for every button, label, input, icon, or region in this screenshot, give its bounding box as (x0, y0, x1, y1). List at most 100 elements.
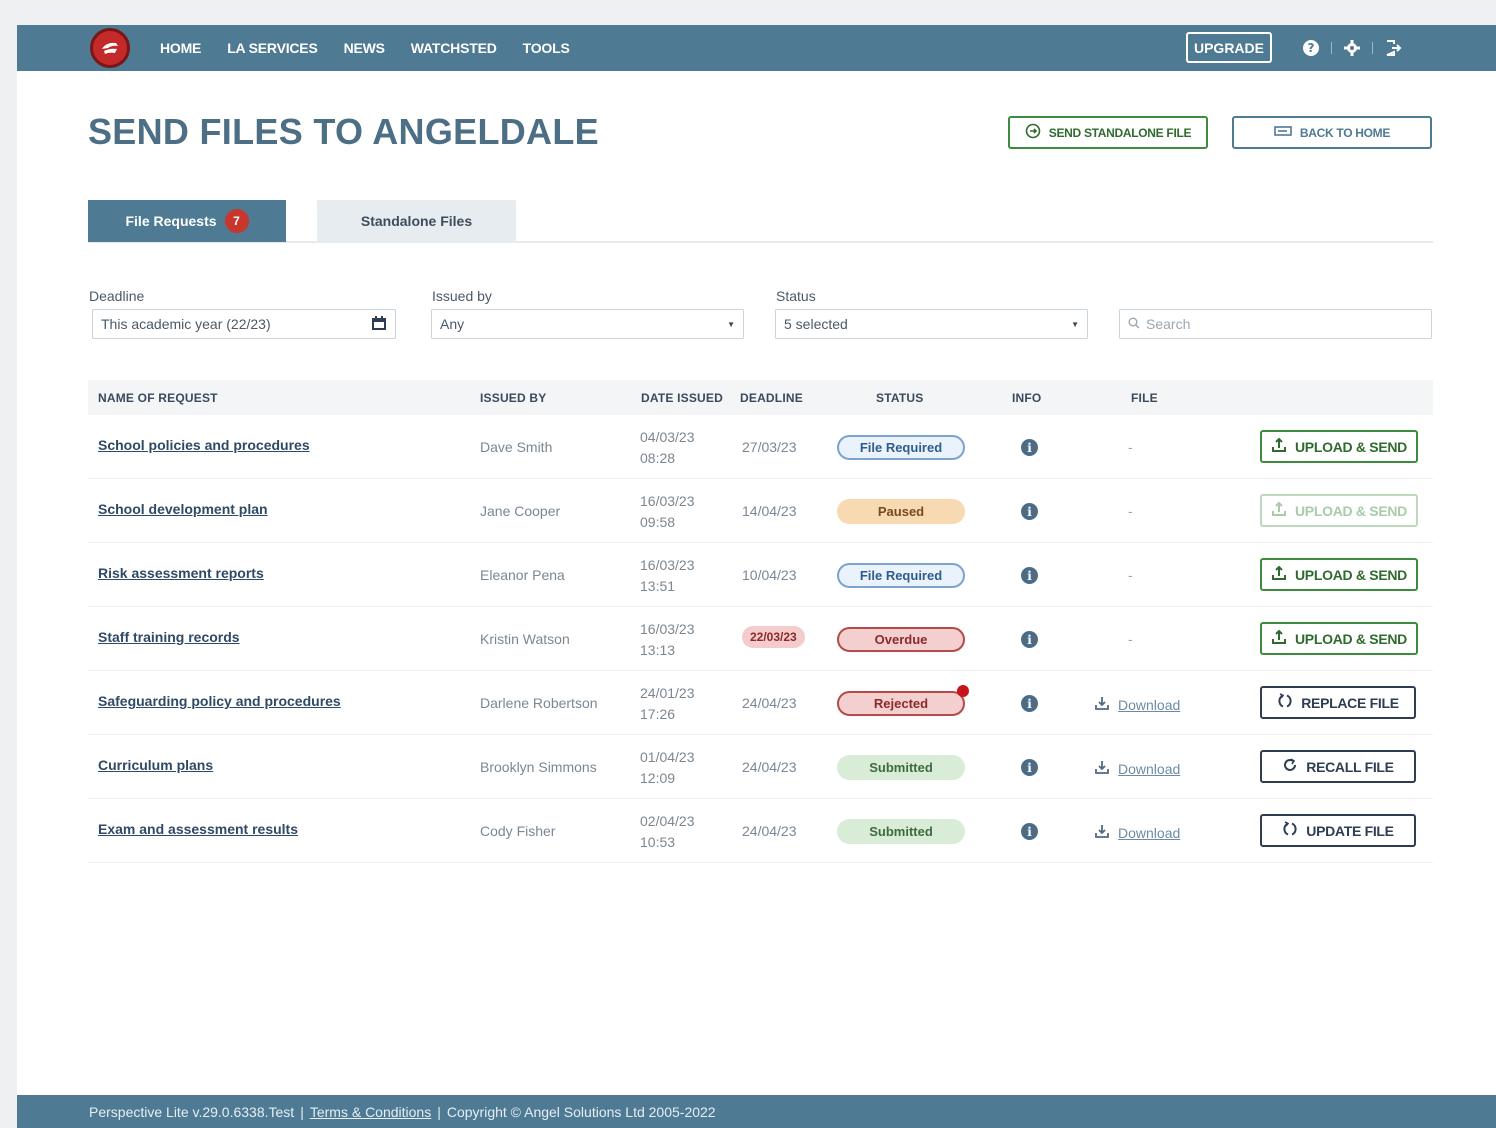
upload-send-button[interactable]: UPLOAD & SEND (1260, 558, 1418, 591)
upload-icon (1271, 437, 1287, 456)
update-file-button[interactable]: UPDATE FILE (1260, 814, 1416, 847)
table-row: School policies and procedures Dave Smit… (88, 415, 1433, 479)
request-name-link[interactable]: Safeguarding policy and procedures (98, 693, 341, 709)
replace-file-button[interactable]: REPLACE FILE (1260, 686, 1416, 719)
info-icon[interactable]: i (1021, 823, 1038, 840)
recall-file-label: RECALL FILE (1306, 758, 1394, 775)
table-row: Risk assessment reports Eleanor Pena 16/… (88, 543, 1433, 607)
request-name-link[interactable]: Curriculum plans (98, 757, 213, 773)
info-icon[interactable]: i (1021, 439, 1038, 456)
chevron-down-icon: ▼ (1071, 319, 1079, 329)
info-icon[interactable]: i (1021, 631, 1038, 648)
issued-by-filter-label: Issued by (432, 288, 492, 304)
deadline: 10/04/23 (742, 567, 797, 583)
table-row: Staff training records Kristin Watson 16… (88, 607, 1433, 671)
upload-send-label: UPLOAD & SEND (1295, 566, 1407, 583)
tab-standalone-files[interactable]: Standalone Files (317, 200, 516, 242)
upload-send-button[interactable]: UPLOAD & SEND (1260, 622, 1418, 655)
update-file-label: UPDATE FILE (1306, 822, 1394, 839)
update-icon (1282, 821, 1298, 840)
logo-icon[interactable] (90, 28, 130, 68)
info-icon[interactable]: i (1021, 567, 1038, 584)
recall-icon (1282, 757, 1298, 776)
nav-icons: ? (1301, 25, 1403, 71)
issued-date: 24/01/23 (640, 685, 695, 701)
info-icon[interactable]: i (1021, 695, 1038, 712)
issued-by-select[interactable]: Any ▼ (431, 309, 744, 339)
issued-by-select-value: Any (440, 316, 465, 332)
info-icon[interactable]: i (1021, 503, 1038, 520)
info-icon[interactable]: i (1021, 759, 1038, 776)
download-link[interactable]: Download (1094, 759, 1180, 778)
tab-file-requests-label: File Requests (125, 213, 217, 229)
issued-by: Cody Fisher (480, 823, 556, 839)
status-select-value: 5 selected (784, 316, 848, 332)
chevron-down-icon: ▼ (727, 319, 735, 329)
download-link[interactable]: Download (1094, 695, 1180, 714)
status-select[interactable]: 5 selected ▼ (775, 309, 1088, 339)
request-name-link[interactable]: Exam and assessment results (98, 821, 298, 837)
gear-icon[interactable] (1342, 38, 1362, 58)
search-placeholder: Search (1146, 316, 1191, 332)
issued-date: 16/03/23 (640, 557, 695, 573)
terms-link[interactable]: Terms & Conditions (310, 1104, 431, 1120)
status-badge: Paused (837, 499, 965, 524)
status-badge: File Required (837, 435, 965, 460)
count-badge: 7 (224, 209, 249, 233)
nav-separator (1331, 42, 1332, 54)
upgrade-button[interactable]: UPGRADE (1186, 32, 1272, 63)
nav-tools[interactable]: TOOLS (523, 40, 570, 56)
search-icon (1128, 316, 1140, 332)
request-name-link[interactable]: Staff training records (98, 629, 240, 645)
request-name-link[interactable]: School policies and procedures (98, 437, 310, 453)
svg-text:?: ? (1308, 41, 1315, 55)
download-icon (1094, 759, 1110, 778)
issued-by: Kristin Watson (480, 631, 570, 647)
footer: Perspective Lite v.29.0.6338.Test | Term… (17, 1095, 1496, 1128)
recall-file-button[interactable]: RECALL FILE (1260, 750, 1416, 783)
calendar-icon[interactable] (371, 315, 387, 334)
search-input[interactable]: Search (1119, 309, 1432, 339)
issued-time: 13:13 (640, 642, 676, 658)
download-link[interactable]: Download (1094, 823, 1180, 842)
date-issued: 24/01/23 17:26 (640, 683, 695, 725)
col-name-header: NAME OF REQUEST (98, 391, 218, 405)
back-to-home-button[interactable]: BACK TO HOME (1232, 116, 1432, 149)
download-icon (1094, 695, 1110, 714)
nav-news[interactable]: NEWS (344, 40, 385, 56)
deadline-filter[interactable]: This academic year (22/23) (92, 309, 396, 339)
deadline: 14/04/23 (742, 503, 797, 519)
nav-la-services[interactable]: LA SERVICES (227, 40, 318, 56)
deadline-filter-value: This academic year (22/23) (101, 316, 271, 332)
file-empty: - (1128, 439, 1133, 455)
send-standalone-file-button[interactable]: SEND STANDALONE FILE (1008, 116, 1208, 149)
help-icon[interactable]: ? (1301, 38, 1321, 58)
request-name-link[interactable]: Risk assessment reports (98, 565, 264, 581)
nav-watchsted[interactable]: WATCHSTED (411, 40, 497, 56)
col-info-header: INFO (1012, 391, 1042, 405)
deadline: 24/04/23 (742, 759, 797, 775)
issued-time: 09:58 (640, 514, 676, 530)
footer-separator: | (437, 1103, 441, 1120)
col-status-header: STATUS (876, 391, 924, 405)
issued-time: 17:26 (640, 706, 676, 722)
issued-by: Brooklyn Simmons (480, 759, 597, 775)
date-issued: 16/03/23 13:13 (640, 619, 695, 661)
app-frame: HOME LA SERVICES NEWS WATCHSTED TOOLS UP… (17, 25, 1496, 1128)
tab-bar: File Requests 7 Standalone Files (88, 200, 1433, 243)
footer-version: Perspective Lite v.29.0.6338.Test (89, 1103, 295, 1120)
col-issued-by-header: ISSUED BY (480, 391, 547, 405)
nav-home[interactable]: HOME (160, 40, 201, 56)
issued-date: 01/04/23 (640, 749, 695, 765)
upload-send-label: UPLOAD & SEND (1295, 630, 1407, 647)
request-name-link[interactable]: School development plan (98, 501, 268, 517)
upload-send-label: UPLOAD & SEND (1295, 438, 1407, 455)
upload-send-button-disabled[interactable]: UPLOAD & SEND (1260, 494, 1418, 527)
replace-icon (1277, 693, 1293, 712)
top-nav: HOME LA SERVICES NEWS WATCHSTED TOOLS UP… (17, 25, 1496, 71)
upload-send-button[interactable]: UPLOAD & SEND (1260, 430, 1418, 463)
tab-file-requests[interactable]: File Requests 7 (88, 200, 286, 242)
file-empty: - (1128, 631, 1133, 647)
issued-by: Dave Smith (480, 439, 553, 455)
logout-icon[interactable] (1383, 38, 1403, 58)
